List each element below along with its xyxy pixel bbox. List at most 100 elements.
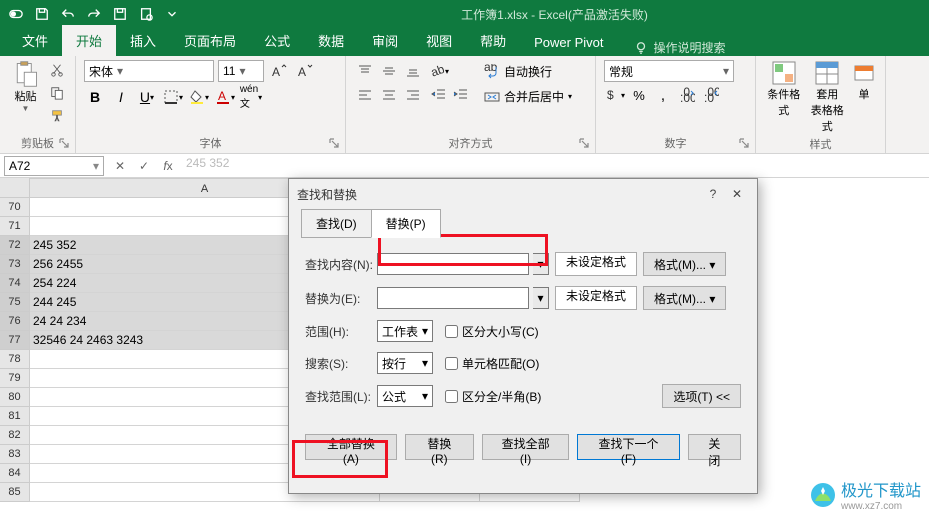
tab-insert[interactable]: 插入 xyxy=(116,25,170,56)
increase-decimal-icon[interactable]: .0.00 xyxy=(676,84,698,106)
decrease-indent-icon[interactable] xyxy=(428,84,450,106)
increase-indent-icon[interactable] xyxy=(450,84,472,106)
font-name-combo[interactable]: 宋体▾ xyxy=(84,60,214,82)
match-cell-checkbox[interactable]: 单元格匹配(O) xyxy=(445,355,539,372)
match-case-checkbox[interactable]: 区分大小写(C) xyxy=(445,323,539,340)
tab-data[interactable]: 数据 xyxy=(304,25,358,56)
wrap-text-button[interactable]: ab自动换行 xyxy=(478,60,578,83)
align-left-icon[interactable] xyxy=(354,84,376,106)
tab-layout[interactable]: 页面布局 xyxy=(170,25,250,56)
replace-dropdown-icon[interactable]: ▾ xyxy=(533,287,549,309)
redo-icon[interactable] xyxy=(82,2,106,26)
scope-select[interactable]: 工作表▾ xyxy=(377,320,433,342)
row-header[interactable]: 73 xyxy=(0,255,30,274)
orientation-icon[interactable]: ab▾ xyxy=(428,60,450,82)
cell-styles-button[interactable]: 单 xyxy=(851,60,877,134)
decrease-decimal-icon[interactable]: .00.0 xyxy=(700,84,722,106)
align-top-icon[interactable] xyxy=(354,60,376,82)
row-header[interactable]: 74 xyxy=(0,274,30,293)
increase-font-icon[interactable]: A xyxy=(268,60,290,82)
tab-home[interactable]: 开始 xyxy=(62,25,116,56)
merge-center-button[interactable]: 合并后居中▾ xyxy=(478,85,578,108)
align-right-icon[interactable] xyxy=(402,84,424,106)
decrease-font-icon[interactable]: A xyxy=(294,60,316,82)
number-launcher-icon[interactable] xyxy=(739,137,753,151)
row-header[interactable]: 84 xyxy=(0,464,30,483)
row-header[interactable]: 71 xyxy=(0,217,30,236)
enter-formula-icon[interactable]: ✓ xyxy=(132,155,156,177)
border-icon[interactable]: ▾ xyxy=(162,86,184,108)
cancel-formula-icon[interactable]: ✕ xyxy=(108,155,132,177)
search-select[interactable]: 按行▾ xyxy=(377,352,433,374)
autosave-toggle-icon[interactable] xyxy=(4,2,28,26)
font-size-combo[interactable]: 11▾ xyxy=(218,60,264,82)
row-header[interactable]: 75 xyxy=(0,293,30,312)
tab-review[interactable]: 审阅 xyxy=(358,25,412,56)
accounting-format-icon[interactable]: $▾ xyxy=(604,84,626,106)
qat-dropdown-icon[interactable] xyxy=(160,2,184,26)
match-width-checkbox[interactable]: 区分全/半角(B) xyxy=(445,388,541,405)
fill-color-icon[interactable]: ▾ xyxy=(188,86,210,108)
row-header[interactable]: 81 xyxy=(0,407,30,426)
align-middle-icon[interactable] xyxy=(378,60,400,82)
tab-powerpivot[interactable]: Power Pivot xyxy=(520,29,617,56)
align-center-icon[interactable] xyxy=(378,84,400,106)
phonetic-icon[interactable]: wén文▾ xyxy=(240,86,262,108)
clipboard-launcher-icon[interactable] xyxy=(59,137,73,151)
underline-icon[interactable]: U▾ xyxy=(136,86,158,108)
find-input[interactable] xyxy=(377,253,529,275)
percent-icon[interactable]: % xyxy=(628,84,650,106)
tab-formulas[interactable]: 公式 xyxy=(250,25,304,56)
tab-view[interactable]: 视图 xyxy=(412,25,466,56)
replace-input[interactable] xyxy=(377,287,529,309)
tab-file[interactable]: 文件 xyxy=(8,25,62,56)
format-painter-icon[interactable] xyxy=(47,106,67,126)
row-header[interactable]: 70 xyxy=(0,198,30,217)
undo-icon[interactable] xyxy=(56,2,80,26)
row-header[interactable]: 80 xyxy=(0,388,30,407)
lookin-select[interactable]: 公式▾ xyxy=(377,385,433,407)
row-header[interactable]: 77 xyxy=(0,331,30,350)
find-dropdown-icon[interactable]: ▾ xyxy=(533,253,549,275)
alignment-launcher-icon[interactable] xyxy=(579,137,593,151)
tab-help[interactable]: 帮助 xyxy=(466,25,520,56)
replace-button[interactable]: 替换(R) xyxy=(405,434,474,460)
tab-find[interactable]: 查找(D) xyxy=(301,209,372,238)
bold-icon[interactable]: B xyxy=(84,86,106,108)
row-header[interactable]: 79 xyxy=(0,369,30,388)
options-button[interactable]: 选项(T) << xyxy=(662,384,741,408)
paste-button[interactable]: 粘贴 ▼ xyxy=(8,60,43,126)
font-color-icon[interactable]: A▾ xyxy=(214,86,236,108)
comma-icon[interactable]: , xyxy=(652,84,674,106)
copy-icon[interactable] xyxy=(47,83,67,103)
close-button[interactable]: 关闭 xyxy=(688,434,741,460)
row-header[interactable]: 72 xyxy=(0,236,30,255)
number-format-combo[interactable]: 常规▾ xyxy=(604,60,734,82)
select-all-corner[interactable] xyxy=(0,178,30,198)
name-box[interactable]: A72▾ xyxy=(4,156,104,176)
formula-input[interactable]: 245 352 xyxy=(180,156,929,176)
save-as-icon[interactable] xyxy=(108,2,132,26)
save-icon[interactable] xyxy=(30,2,54,26)
conditional-formatting-button[interactable]: 条件格式 xyxy=(764,60,804,134)
find-all-button[interactable]: 查找全部(I) xyxy=(482,434,569,460)
dialog-help-icon[interactable]: ? xyxy=(701,182,725,206)
replace-all-button[interactable]: 全部替换(A) xyxy=(305,434,397,460)
dialog-close-icon[interactable]: ✕ xyxy=(725,182,749,206)
font-launcher-icon[interactable] xyxy=(329,137,343,151)
format-table-button[interactable]: 套用 表格格式 xyxy=(808,60,848,134)
find-format-button[interactable]: 格式(M)... ▾ xyxy=(643,252,726,276)
tell-me-search[interactable]: 操作说明搜索 xyxy=(634,39,726,56)
print-preview-icon[interactable] xyxy=(134,2,158,26)
italic-icon[interactable]: I xyxy=(110,86,132,108)
find-next-button[interactable]: 查找下一个(F) xyxy=(577,434,680,460)
row-header[interactable]: 76 xyxy=(0,312,30,331)
tab-replace[interactable]: 替换(P) xyxy=(371,209,441,238)
row-header[interactable]: 85 xyxy=(0,483,30,502)
fx-icon[interactable]: fx xyxy=(156,155,180,177)
align-bottom-icon[interactable] xyxy=(402,60,424,82)
row-header[interactable]: 82 xyxy=(0,426,30,445)
replace-format-button[interactable]: 格式(M)... ▾ xyxy=(643,286,726,310)
row-header[interactable]: 83 xyxy=(0,445,30,464)
cut-icon[interactable] xyxy=(47,60,67,80)
